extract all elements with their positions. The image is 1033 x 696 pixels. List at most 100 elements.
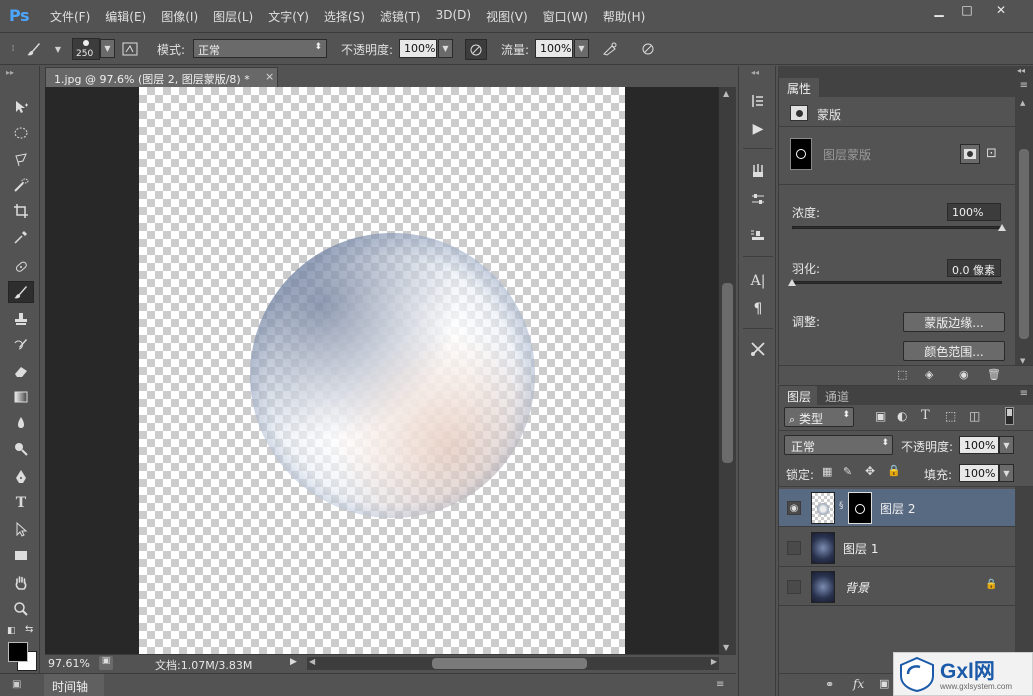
close-document-icon[interactable]: ×	[265, 70, 274, 83]
fill-dropdown[interactable]: ▼	[999, 464, 1014, 482]
properties-menu-icon[interactable]: ≡	[1020, 80, 1028, 91]
horizontal-scrollbar[interactable]: ◀ ▶	[307, 657, 719, 670]
eraser-icon[interactable]	[8, 360, 34, 382]
vertical-scroll-thumb[interactable]	[722, 283, 733, 463]
path-selection-icon[interactable]	[8, 518, 34, 540]
foreground-color-swatch[interactable]	[8, 642, 28, 662]
adjustments-panel-icon[interactable]	[746, 188, 770, 210]
properties-scroll-thumb[interactable]	[1019, 149, 1029, 339]
lock-position-icon[interactable]: ✥	[865, 464, 875, 478]
opacity-input[interactable]: 100%	[399, 39, 437, 58]
scroll-down-icon[interactable]: ▼	[723, 643, 729, 652]
rectangle-tool-icon[interactable]	[8, 544, 34, 566]
flow-input[interactable]: 100%	[535, 39, 573, 58]
brush-panel-toggle-icon[interactable]	[120, 40, 140, 58]
filter-type-icon[interactable]: T	[921, 408, 930, 423]
elliptical-marquee-icon[interactable]	[8, 122, 34, 144]
timeline-tab[interactable]: 时间轴	[44, 674, 104, 696]
select-pixel-mask-button[interactable]	[960, 144, 980, 164]
paragraph-panel-icon[interactable]: ¶	[746, 298, 770, 320]
character-panel-icon[interactable]: A|	[746, 270, 770, 292]
menu-layer[interactable]: 图层(L)	[213, 8, 253, 25]
add-vector-mask-icon[interactable]: ⊡	[986, 146, 997, 161]
menu-view[interactable]: 视图(V)	[486, 8, 528, 25]
layer-row-layer-2[interactable]: ◉ § 图层 2	[779, 489, 1015, 527]
density-slider[interactable]	[792, 226, 1002, 229]
zoom-level[interactable]: 97.61%	[45, 655, 93, 672]
layer-visibility-toggle[interactable]	[787, 580, 801, 594]
blend-mode-select[interactable]: 正常 ⬍	[784, 435, 893, 455]
healing-brush-icon[interactable]	[8, 256, 34, 278]
color-range-button[interactable]: 颜色范围...	[903, 341, 1005, 361]
transparent-canvas[interactable]	[139, 87, 625, 654]
tab-layers[interactable]: 图层	[779, 386, 820, 405]
collapse-icon[interactable]: ▸▸	[6, 68, 14, 77]
filter-adjustment-icon[interactable]: ◐	[897, 409, 907, 423]
swap-colors-icon[interactable]: ⇆	[25, 624, 33, 635]
tool-presets-panel-icon[interactable]	[746, 338, 770, 360]
feather-slider-knob[interactable]	[788, 279, 796, 286]
layer-mask-thumbnail[interactable]	[848, 492, 872, 524]
menu-help[interactable]: 帮助(H)	[603, 8, 645, 25]
mode-select[interactable]: 正常 ⬍	[193, 39, 327, 58]
fill-input[interactable]: 100%	[959, 464, 999, 482]
feather-input[interactable]: 0.0 像素	[947, 259, 1001, 277]
menu-image[interactable]: 图像(I)	[161, 8, 198, 25]
layer-name[interactable]: 图层 1	[843, 540, 878, 557]
layer-opacity-dropdown[interactable]: ▼	[999, 436, 1014, 454]
quick-selection-icon[interactable]	[8, 174, 34, 196]
gradient-tool-icon[interactable]	[8, 386, 34, 408]
tab-channels[interactable]: 通道	[817, 386, 858, 405]
density-input[interactable]: 100%	[947, 203, 1001, 221]
layer-name[interactable]: 图层 2	[880, 500, 915, 517]
dodge-tool-icon[interactable]	[8, 438, 34, 460]
layer-opacity-input[interactable]: 100%	[959, 436, 999, 454]
dock-collapse-icon[interactable]: ◂◂	[751, 68, 759, 77]
history-brush-icon[interactable]	[8, 334, 34, 356]
clone-stamp-icon[interactable]	[8, 308, 34, 330]
brush-tool-icon[interactable]	[24, 40, 44, 58]
default-colors-icon[interactable]: ◧	[7, 626, 16, 636]
filter-shape-icon[interactable]: ⬚	[945, 409, 956, 423]
density-slider-knob[interactable]	[998, 224, 1006, 231]
tool-preset-dropdown-icon[interactable]: ▼	[48, 40, 68, 58]
minimize-button[interactable]: ▁	[924, 0, 954, 20]
lasso-tool-icon[interactable]	[8, 148, 34, 170]
brush-preset-dropdown[interactable]: ▼	[100, 39, 115, 58]
flow-dropdown[interactable]: ▼	[574, 39, 589, 58]
brush-preset-picker[interactable]: 250	[72, 38, 100, 60]
filter-toggle-switch[interactable]	[1005, 407, 1014, 425]
brush-presets-panel-icon[interactable]	[746, 160, 770, 182]
fx-icon[interactable]: fx	[853, 677, 864, 691]
lock-pixels-icon[interactable]: ✎	[843, 465, 852, 478]
pen-tool-icon[interactable]	[8, 466, 34, 488]
vertical-scrollbar[interactable]: ▲ ▼	[718, 87, 736, 654]
toggle-mask-visibility-icon[interactable]: ◉	[959, 368, 969, 381]
menu-filter[interactable]: 滤镜(T)	[380, 8, 421, 25]
horizontal-scroll-thumb[interactable]	[432, 658, 587, 669]
mask-link-icon[interactable]: §	[839, 501, 844, 511]
document-tab[interactable]: 1.jpg @ 97.6% (图层 2, 图层蒙版/8) *	[45, 67, 278, 87]
layer-name[interactable]: 背景	[845, 579, 869, 596]
mask-edge-button[interactable]: 蒙版边缘...	[903, 312, 1005, 332]
menu-window[interactable]: 窗口(W)	[543, 8, 588, 25]
scroll-up-icon[interactable]: ▲	[723, 89, 729, 98]
layers-menu-icon[interactable]: ≡	[1020, 388, 1028, 399]
zoom-tool-icon[interactable]	[8, 598, 34, 620]
delete-mask-icon[interactable]: 🗑	[987, 368, 1001, 381]
history-panel-icon[interactable]	[746, 90, 770, 112]
panel-collapse-icon[interactable]: ◂◂	[1017, 66, 1025, 75]
props-scroll-up-icon[interactable]: ▲	[1020, 99, 1025, 107]
status-menu-arrow-icon[interactable]: ▶	[290, 657, 297, 667]
actions-panel-icon[interactable]: ▶	[746, 118, 770, 140]
opacity-dropdown[interactable]: ▼	[438, 39, 453, 58]
layer-row-layer-1[interactable]: 图层 1	[779, 529, 1015, 567]
document-canvas-area[interactable]	[45, 87, 718, 654]
scroll-right-icon[interactable]: ▶	[711, 657, 717, 666]
pressure-size-icon[interactable]	[638, 40, 658, 58]
blur-tool-icon[interactable]	[8, 412, 34, 434]
status-info-icon[interactable]: ▣	[99, 656, 113, 670]
menu-select[interactable]: 选择(S)	[324, 8, 365, 25]
timeline-icon[interactable]: ▣	[12, 679, 21, 690]
apply-mask-icon[interactable]: ◈	[925, 368, 933, 381]
